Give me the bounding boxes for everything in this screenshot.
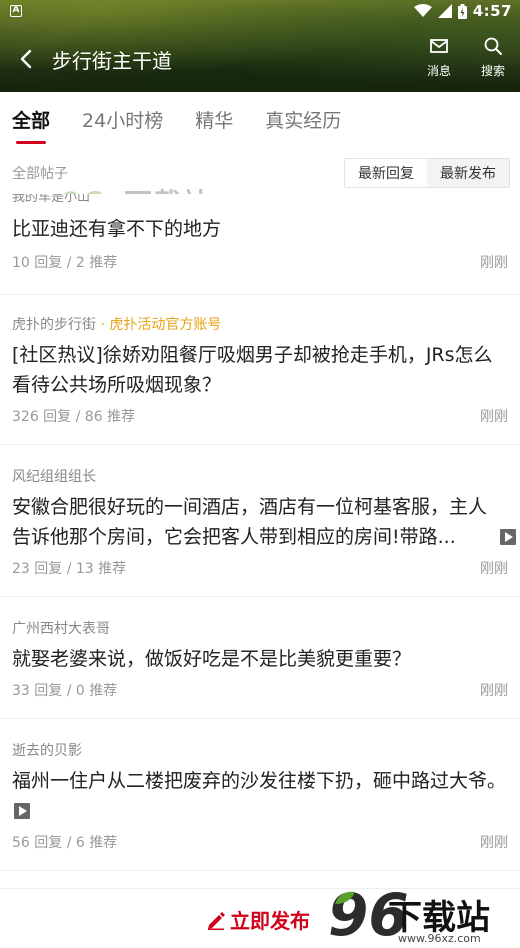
post-title: [社区热议]徐娇劝阻餐厅吸烟男子却被抢走手机，JRs怎么看待公共场所吸烟现象？ xyxy=(12,344,493,396)
divider xyxy=(0,596,520,597)
list-item[interactable]: 风纪组组组长 安徽合肥很好玩的一间酒店，酒店有一位柯基客服，主人告诉他那个房间，… xyxy=(0,466,520,578)
mail-icon xyxy=(430,39,448,53)
watermark-bottom: 96 下载站 www.96xz.com xyxy=(328,886,504,948)
status-bar: A 4:57 xyxy=(0,0,520,22)
post-stats: 10 回复 / 2 推荐 xyxy=(12,255,118,271)
official-badge: · 虎扑活动官方账号 xyxy=(96,317,222,333)
sort-latest-post-button[interactable]: 最新发布 xyxy=(427,159,509,187)
post-author[interactable]: 广州西村大表哥 xyxy=(12,618,508,638)
publish-button[interactable]: 立即发布 xyxy=(206,905,310,934)
list-item[interactable]: 广州西村大表哥 就娶老婆来说，做饭好吃是不是比美貌更重要？ 33 回复 / 0 … xyxy=(0,618,520,700)
back-button[interactable] xyxy=(2,34,50,84)
sort-toggle: 最新回复 最新发布 xyxy=(344,158,510,188)
post-time: 刚刚 xyxy=(480,561,508,577)
filter-label: 全部帖子 xyxy=(12,166,68,182)
search-icon xyxy=(484,37,502,55)
signal-icon xyxy=(437,4,452,18)
divider xyxy=(0,294,520,295)
pencil-icon xyxy=(208,911,225,930)
header: A 4:57 步行街主干道 消息 搜索 xyxy=(0,0,520,92)
post-stats: 23 回复 / 13 推荐 xyxy=(12,561,127,577)
page-title: 步行街主干道 xyxy=(52,48,172,73)
tab-active-indicator xyxy=(16,141,46,144)
post-title: 比亚迪还有拿不下的地方 xyxy=(12,218,222,240)
watermark-url: www.96xz.com xyxy=(398,932,481,945)
post-time: 刚刚 xyxy=(480,255,508,271)
messages-label: 消息 xyxy=(426,64,451,78)
category-tabs: 全部 24小时榜 精华 真实经历 xyxy=(0,92,520,150)
battery-icon xyxy=(457,3,467,19)
post-title: 福州一住户从二楼把废弃的沙发往楼下扔，砸中路过大爷。 xyxy=(12,770,507,792)
tab-featured-label: 精华 xyxy=(195,110,234,132)
post-time: 刚刚 xyxy=(480,835,508,851)
list-item[interactable]: 逝去的贝影 福州一住户从二楼把废弃的沙发往楼下扔，砸中路过大爷。 56 回复 /… xyxy=(0,740,520,852)
video-play-icon xyxy=(14,803,30,819)
tab-24h[interactable]: 24小时榜 xyxy=(82,92,163,150)
divider xyxy=(0,718,520,719)
tab-24h-label: 24小时榜 xyxy=(82,110,164,132)
leaf-icon xyxy=(335,891,355,904)
post-time: 刚刚 xyxy=(480,409,508,425)
chevron-left-icon xyxy=(20,49,32,69)
wifi-icon xyxy=(413,4,432,17)
post-stats: 326 回复 / 86 推荐 xyxy=(12,409,136,425)
messages-button[interactable]: 消息 xyxy=(422,36,456,79)
list-item[interactable]: 虎扑的步行街 · 虎扑活动官方账号 [社区热议]徐娇劝阻餐厅吸烟男子却被抢走手机… xyxy=(0,314,520,426)
search-button[interactable]: 搜索 xyxy=(476,36,510,79)
post-author[interactable]: 我的车是小山 xyxy=(12,194,508,202)
divider xyxy=(0,444,520,445)
post-author[interactable]: 风纪组组组长 xyxy=(12,466,508,486)
video-play-icon xyxy=(500,529,516,545)
nav-bar: 步行街主干道 消息 搜索 xyxy=(0,34,520,84)
divider xyxy=(0,870,520,871)
post-stats: 56 回复 / 6 推荐 xyxy=(12,835,118,851)
tab-all[interactable]: 全部 xyxy=(12,92,50,150)
search-label: 搜索 xyxy=(480,64,505,78)
post-title: 安徽合肥很好玩的一间酒店，酒店有一位柯基客服，主人告诉他那个房间，它会把客人带到… xyxy=(12,496,488,548)
post-time: 刚刚 xyxy=(480,683,508,699)
notification-icon: A xyxy=(10,5,22,17)
tab-all-label: 全部 xyxy=(12,110,51,132)
status-time: 4:57 xyxy=(472,2,512,20)
post-stats: 33 回复 / 0 推荐 xyxy=(12,683,118,699)
tab-featured[interactable]: 精华 xyxy=(195,92,233,150)
sort-latest-reply-button[interactable]: 最新回复 xyxy=(345,159,427,187)
post-title: 就娶老婆来说，做饭好吃是不是比美貌更重要？ xyxy=(12,648,412,670)
post-author[interactable]: 逝去的贝影 xyxy=(12,740,508,760)
publish-label: 立即发布 xyxy=(230,909,310,933)
tab-real-experience-label: 真实经历 xyxy=(265,110,342,132)
tab-real-experience[interactable]: 真实经历 xyxy=(265,92,341,150)
post-author[interactable]: 虎扑的步行街 xyxy=(12,317,96,333)
list-item[interactable]: 我的车是小山 比亚迪还有拿不下的地方 10 回复 / 2 推荐 刚刚 xyxy=(0,194,520,272)
